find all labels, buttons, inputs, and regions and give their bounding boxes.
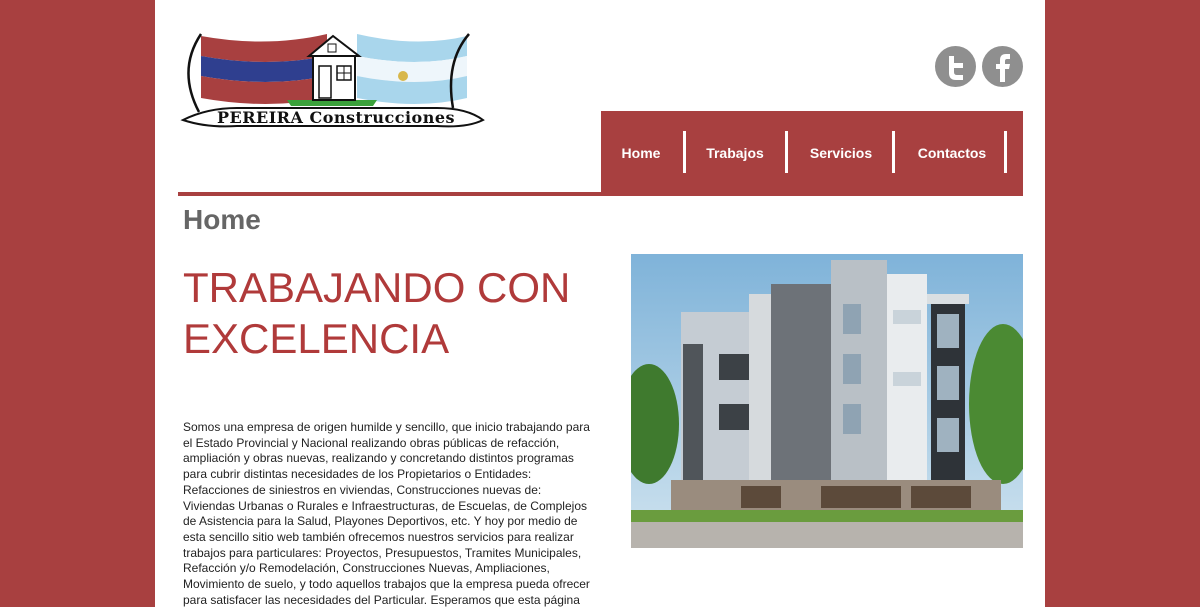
building-illustration xyxy=(631,254,1023,548)
page-container: PEREIRA Construcciones Home Trabajos Ser… xyxy=(155,0,1045,607)
twitter-icon xyxy=(949,56,963,80)
main-nav: Home Trabajos Servicios Contactos xyxy=(601,111,1023,194)
nav-item-servicios[interactable]: Servicios xyxy=(795,111,887,194)
twitter-link[interactable] xyxy=(935,46,976,87)
company-logo[interactable]: PEREIRA Construcciones xyxy=(177,28,489,132)
facebook-link[interactable] xyxy=(982,46,1023,87)
nav-item-home[interactable]: Home xyxy=(609,111,673,194)
nav-separator xyxy=(892,131,895,173)
building-photo xyxy=(631,254,1023,548)
nav-item-trabajos[interactable]: Trabajos xyxy=(693,111,777,194)
nav-item-contactos[interactable]: Contactos xyxy=(903,111,1001,194)
page-title: Home xyxy=(183,204,261,235)
nav-separator xyxy=(683,131,686,173)
nav-separator xyxy=(1004,131,1007,173)
header-divider xyxy=(178,192,1023,196)
intro-paragraph: Somos una empresa de origen humilde y se… xyxy=(183,420,590,607)
facebook-icon xyxy=(996,54,1010,82)
hero-headline: TRABAJANDO CON EXCELENCIA xyxy=(183,264,571,362)
logo-text: PEREIRA Construcciones xyxy=(216,108,456,127)
nav-separator xyxy=(785,131,788,173)
